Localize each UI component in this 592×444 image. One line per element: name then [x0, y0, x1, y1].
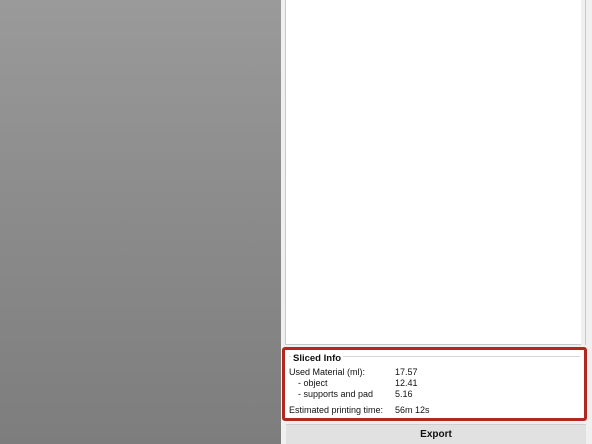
export-button[interactable]: Export: [286, 424, 586, 444]
print-time-label: Estimated printing time:: [289, 405, 384, 415]
settings-panel[interactable]: [285, 0, 586, 345]
sliced-info-box: Sliced Info Used Material (ml): 17.57 - o…: [282, 347, 587, 421]
print-time-row: Estimated printing time: 56m 12s: [289, 405, 430, 416]
object-material-row: - object 12.41: [289, 378, 418, 389]
settings-scrollbar[interactable]: [581, 0, 585, 345]
print-time-value: 56m 12s: [395, 405, 430, 415]
3d-viewport[interactable]: [0, 0, 281, 444]
right-sidebar: Sliced Info Used Material (ml): 17.57 - o…: [281, 0, 592, 444]
used-material-label: Used Material (ml):: [289, 367, 366, 377]
supports-material-value: 5.16: [395, 389, 413, 399]
supports-material-row: - supports and pad 5.16: [289, 389, 413, 400]
sliced-info-title: Sliced Info: [291, 353, 344, 364]
object-material-value: 12.41: [395, 378, 418, 388]
used-material-value: 17.57: [395, 367, 418, 377]
used-material-row: Used Material (ml): 17.57: [289, 367, 418, 378]
object-material-label: - object: [298, 378, 328, 388]
supports-material-label: - supports and pad: [298, 389, 374, 399]
